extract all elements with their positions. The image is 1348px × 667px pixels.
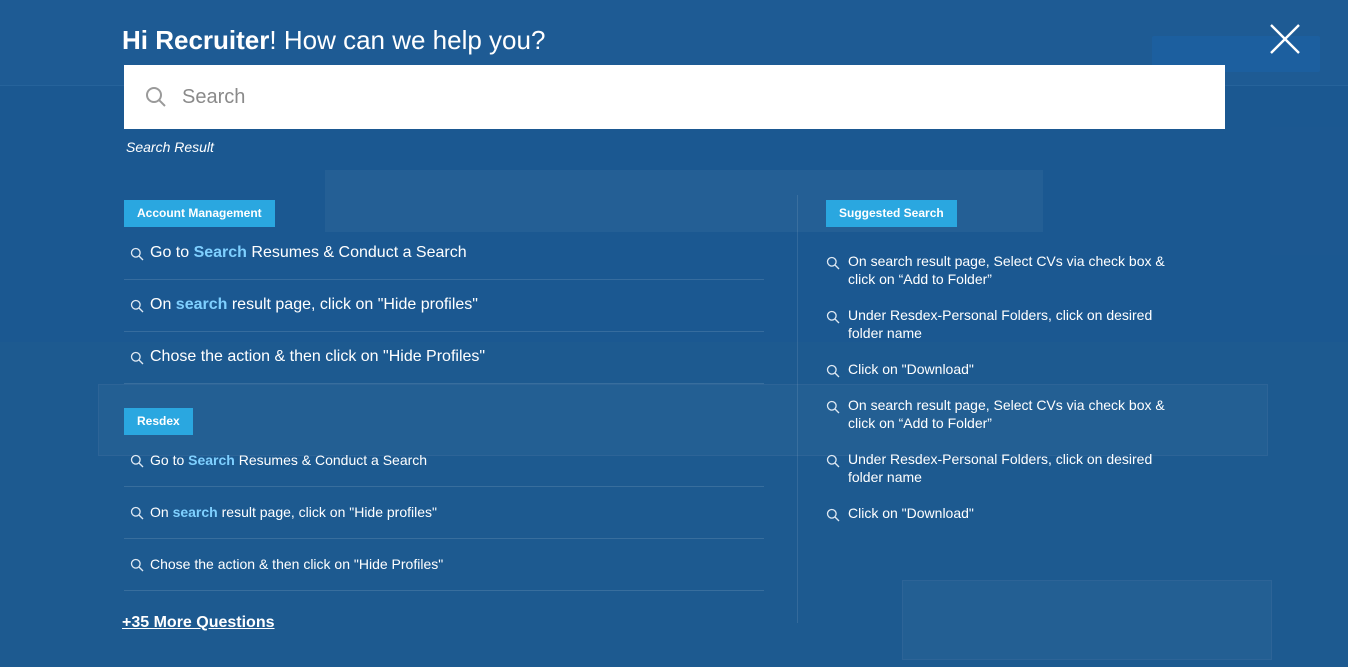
account-management-item[interactable]: Go to Search Resumes & Conduct a Search — [124, 228, 764, 280]
greeting-question: ! How can we help you? — [269, 25, 546, 55]
item-text: On search result page, click on "Hide pr… — [150, 296, 478, 313]
resdex-item[interactable]: Go to Search Resumes & Conduct a Search — [124, 435, 764, 487]
search-icon — [826, 400, 840, 414]
search-icon — [130, 558, 144, 572]
search-icon — [826, 508, 840, 522]
column-divider — [797, 195, 798, 623]
suggested-search-item[interactable]: Under Resdex-Personal Folders, click on … — [826, 450, 1186, 486]
suggested-search-item[interactable]: On search result page, Select CVs via ch… — [826, 396, 1186, 432]
suggested-search-item[interactable]: On search result page, Select CVs via ch… — [826, 252, 1186, 288]
item-text: Under Resdex-Personal Folders, click on … — [848, 307, 1153, 341]
suggested-search-item[interactable]: Click on "Download" — [826, 360, 1186, 378]
suggested-search-item[interactable]: Click on "Download" — [826, 504, 1186, 522]
resdex-item[interactable]: On search result page, click on "Hide pr… — [124, 487, 764, 539]
search-icon — [130, 506, 144, 520]
item-text: Go to Search Resumes & Conduct a Search — [150, 452, 428, 468]
resdex-item[interactable]: Chose the action & then click on "Hide P… — [124, 539, 764, 591]
search-icon — [826, 310, 840, 324]
search-result-label: Search Result — [126, 139, 214, 155]
search-icon — [826, 364, 840, 378]
search-icon — [826, 256, 840, 270]
search-icon — [826, 454, 840, 468]
item-text: Chose the action & then click on "Hide P… — [150, 556, 444, 572]
search-icon — [130, 454, 144, 468]
account-management-item[interactable]: Chose the action & then click on "Hide P… — [124, 332, 764, 384]
search-icon — [130, 247, 144, 261]
search-input[interactable] — [182, 77, 1202, 117]
item-text: On search result page, Select CVs via ch… — [848, 397, 1165, 431]
search-bar[interactable] — [124, 65, 1225, 129]
search-icon — [146, 87, 166, 107]
item-text: On search result page, click on "Hide pr… — [150, 504, 437, 520]
search-icon — [130, 351, 144, 365]
item-text: Chose the action & then click on "Hide P… — [150, 348, 486, 365]
suggested-search-item[interactable]: Under Resdex-Personal Folders, click on … — [826, 306, 1186, 342]
item-text: Click on "Download" — [848, 505, 974, 521]
item-text: On search result page, Select CVs via ch… — [848, 253, 1165, 287]
suggested-search-badge: Suggested Search — [826, 200, 957, 227]
search-icon — [130, 299, 144, 313]
close-button[interactable] — [1268, 22, 1302, 56]
account-management-list: Go to Search Resumes & Conduct a Search … — [124, 228, 764, 384]
item-text: Go to Search Resumes & Conduct a Search — [150, 244, 467, 261]
resdex-badge: Resdex — [124, 408, 193, 435]
close-icon — [1270, 24, 1300, 54]
more-questions-link[interactable]: +35 More Questions — [122, 614, 275, 632]
item-text: Under Resdex-Personal Folders, click on … — [848, 451, 1153, 485]
modal-greeting: Hi Recruiter! How can we help you? — [122, 24, 545, 56]
greeting-name: Hi Recruiter — [122, 25, 270, 55]
resdex-list: Go to Search Resumes & Conduct a Search … — [124, 435, 764, 591]
account-management-badge: Account Management — [124, 200, 275, 227]
item-text: Click on "Download" — [848, 361, 974, 377]
account-management-item[interactable]: On search result page, click on "Hide pr… — [124, 280, 764, 332]
